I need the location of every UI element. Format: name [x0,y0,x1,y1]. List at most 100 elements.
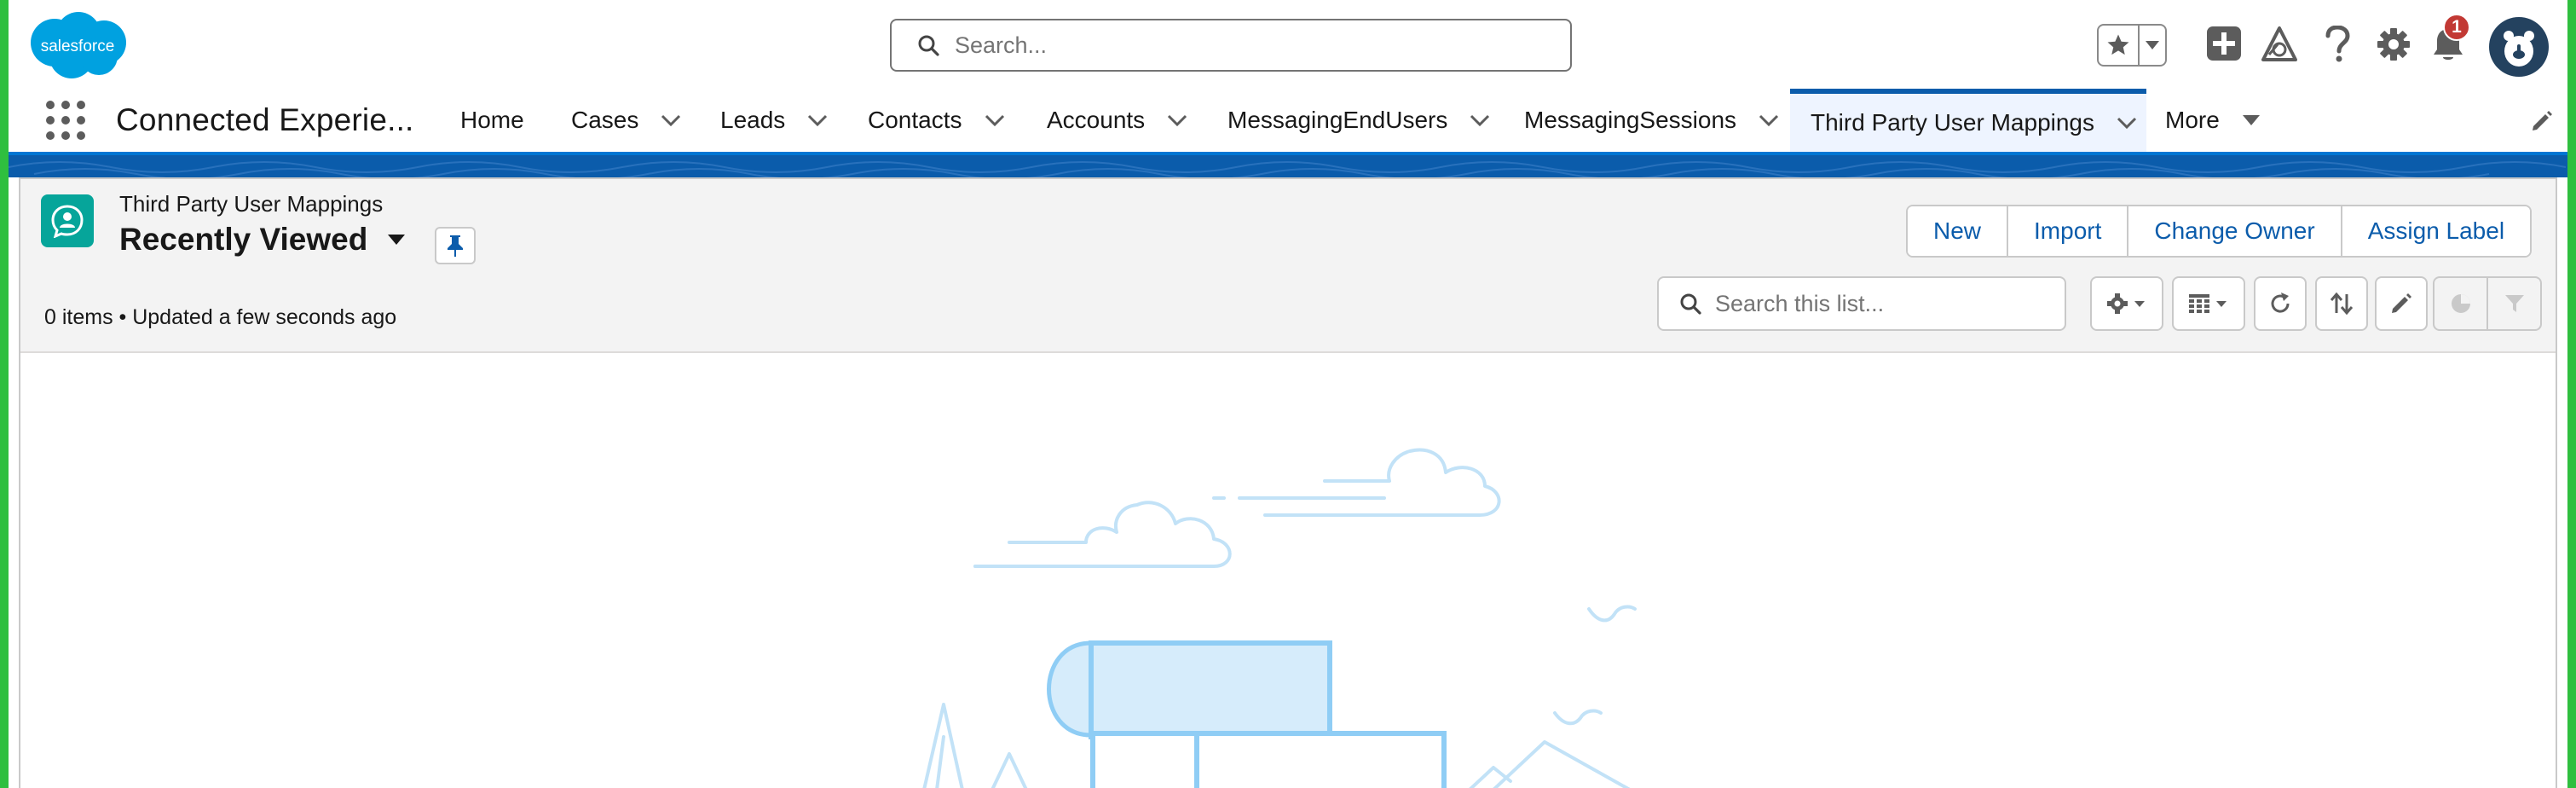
tab-accounts[interactable]: Accounts [1047,89,1187,152]
display-as-button[interactable] [2172,276,2245,331]
list-settings-button[interactable] [2090,276,2163,331]
trailhead-icon [2261,26,2297,61]
pencil-icon [2533,111,2552,130]
list-view-header: Third Party User Mappings Recently Viewe… [20,179,2556,353]
tab-leads[interactable]: Leads [720,89,828,152]
tab-cases[interactable]: Cases [571,89,681,152]
refresh-button[interactable] [2254,276,2307,331]
chart-icon [2451,294,2470,313]
filter-button[interactable] [2486,278,2540,329]
favorites-list-button[interactable] [2138,26,2165,65]
notification-badge: 1 [2443,14,2470,41]
display-as-table-icon [2189,294,2227,313]
chevron-down-icon[interactable] [1759,114,1779,126]
app-launcher-dot [61,131,70,140]
list-search[interactable] [1657,276,2066,331]
caret-down-icon [2242,114,2261,126]
help-icon [2325,26,2350,62]
app-launcher-dot [77,101,85,109]
search-icon [1680,293,1701,315]
chevron-down-icon[interactable] [2117,117,2137,129]
chevron-down-icon[interactable] [807,114,828,126]
tab-more[interactable]: More [2165,89,2261,152]
refresh-icon [2271,293,2290,313]
tab-label: Leads [720,107,786,133]
list-view-name: Recently Viewed [119,222,368,257]
assign-label-button[interactable]: Assign Label [2340,206,2531,256]
chevron-down-icon[interactable] [985,114,1005,126]
chevron-down-icon[interactable] [661,114,681,126]
trailhead-button[interactable] [2261,26,2298,63]
favorites-star-icon [2107,34,2129,55]
tab-label: Accounts [1047,107,1146,133]
app-name: Connected Experie... [116,102,414,137]
app-launcher-button[interactable] [46,101,85,140]
navigation-bar: Connected Experie... Home Cases Leads Co… [9,89,2567,152]
logo-text: salesforce [41,38,115,55]
tab-label: MessagingSessions [1524,107,1737,133]
empty-state-illustration [20,353,2556,788]
third-party-user-mapping-object-icon [41,194,94,247]
tab-label: Home [460,107,524,133]
app-launcher-dot [77,116,85,125]
global-add-button[interactable] [2206,26,2242,61]
global-search-input[interactable] [955,32,1534,59]
object-label: Third Party User Mappings [119,191,384,217]
tab-label: Third Party User Mappings [1811,109,2095,136]
show-charts-button[interactable] [2434,278,2486,329]
setup-gear-icon [2377,28,2410,61]
chart-filter-group [2433,276,2542,331]
app-launcher-dot [61,101,70,109]
list-settings-icon [2107,293,2145,314]
tab-messaging-end-users[interactable]: MessagingEndUsers [1227,89,1490,152]
edit-list-button[interactable] [2375,276,2428,331]
pin-list-view-button[interactable] [435,227,476,264]
avatar-icon [2504,31,2534,67]
search-icon [918,35,939,56]
window-stack-shape [1047,640,1447,788]
chevron-down-icon [2146,41,2159,49]
list-view-status: 0 items • Updated a few seconds ago [44,305,397,329]
tab-contacts[interactable]: Contacts [868,89,1005,152]
filter-icon [2504,295,2524,312]
setup-button[interactable] [2375,26,2412,63]
import-button[interactable]: Import [2007,206,2128,256]
edit-nav-items-button[interactable] [2530,109,2554,137]
edit-inline-icon [2392,293,2411,313]
global-search[interactable] [890,19,1572,72]
salesforce-logo[interactable]: salesforce [26,10,130,82]
sort-button[interactable] [2315,276,2368,331]
pin-icon [448,235,463,257]
tab-third-party-user-mappings[interactable]: Third Party User Mappings [1790,89,2146,152]
list-search-input[interactable] [1715,290,2056,317]
caret-down-icon [386,233,407,246]
tab-label: Contacts [868,107,962,133]
app-launcher-dot [77,131,85,140]
global-add-icon [2207,26,2241,61]
wave-pattern [9,161,2567,177]
chevron-down-icon[interactable] [1167,114,1187,126]
app-launcher-dot [46,116,55,125]
user-chat-icon [51,205,84,238]
app-launcher-dot [46,131,55,140]
new-button[interactable]: New [1908,206,2007,256]
branding-band [9,152,2567,177]
app-frame: salesforce Search... 1 Connected Experie… [9,0,2567,788]
tab-label: MessagingEndUsers [1227,107,1448,133]
list-view-picker[interactable]: Recently Viewed [119,222,407,258]
tab-label: Cases [571,107,639,133]
app-launcher-dot [61,116,70,125]
help-button[interactable] [2320,26,2354,63]
favorites-star-button[interactable] [2099,26,2138,65]
list-actions-group: New Import Change Owner Assign Label [1906,205,2533,258]
chevron-down-icon[interactable] [1470,114,1490,126]
tab-messaging-sessions[interactable]: MessagingSessions [1524,89,1779,152]
sort-icon [2330,292,2354,316]
favorites-button-group [2097,24,2167,67]
tab-home[interactable]: Home [460,89,524,152]
list-view-card: Third Party User Mappings Recently Viewe… [19,177,2557,788]
tab-label: More [2165,107,2220,133]
change-owner-button[interactable]: Change Owner [2127,206,2341,256]
user-avatar[interactable] [2489,17,2549,77]
empty-list-illustration [922,448,1637,788]
